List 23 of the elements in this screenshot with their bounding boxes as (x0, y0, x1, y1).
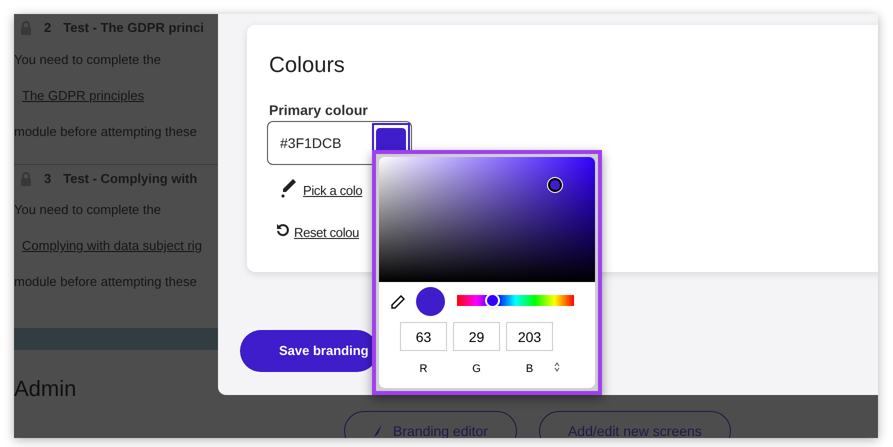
pick-colour-link[interactable]: Pick a colo (303, 181, 362, 200)
reset-colour-link[interactable]: Reset colou (294, 223, 360, 242)
instruction-text: You need to complete the (14, 201, 162, 220)
channel-input[interactable]: 63 (400, 322, 447, 351)
channel-input[interactable]: 203 (506, 322, 553, 351)
colour-preview (416, 287, 445, 316)
reset-icon (276, 223, 290, 237)
channel-label: G (472, 362, 481, 377)
instruction-text: module before attempting these (14, 273, 198, 292)
hue-slider[interactable] (457, 295, 574, 306)
instruction-text: You need to complete the (14, 51, 162, 70)
channel-label: B (526, 362, 534, 377)
toggle-format-icon[interactable] (554, 362, 560, 372)
section-heading: Admin (14, 375, 76, 403)
field-label: Primary colour (269, 101, 368, 120)
hue-thumb[interactable] (485, 293, 500, 308)
card-title: Colours (269, 51, 345, 79)
saturation-handle[interactable] (548, 178, 562, 192)
saturation-area[interactable] (379, 157, 595, 282)
channel-input[interactable]: 29 (453, 322, 500, 351)
instruction-text: module before attempting these (14, 123, 198, 142)
channel-label: R (420, 362, 428, 377)
brush-icon (373, 424, 383, 438)
